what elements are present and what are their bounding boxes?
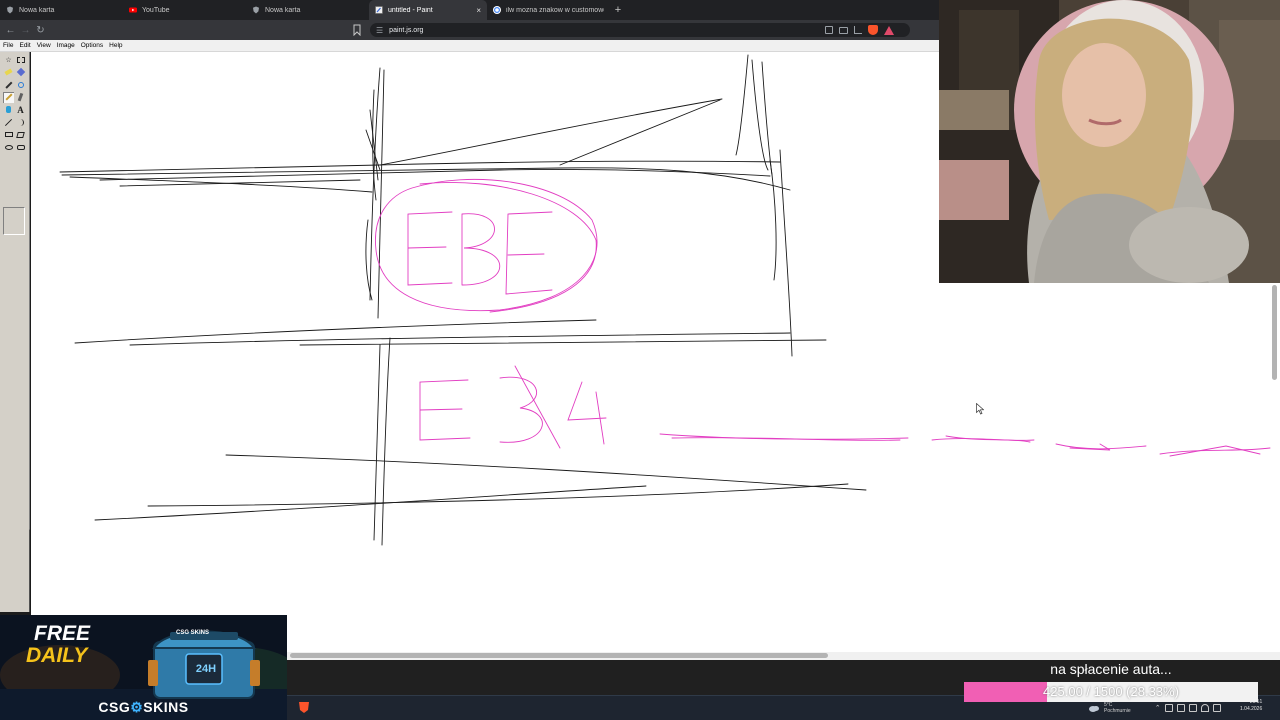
- paint-canvas-overflow[interactable]: [940, 283, 1280, 660]
- mouse-cursor-icon: [976, 403, 984, 415]
- ad-free-text: FREE: [34, 622, 91, 645]
- cloud-icon: [1089, 706, 1099, 712]
- tab-label: ilw mozna znakow w customowej n: [506, 6, 604, 14]
- ad-badge-24h: 24H: [195, 663, 217, 675]
- brave-shields-icon[interactable]: [868, 25, 878, 35]
- rect-select-icon[interactable]: [15, 54, 26, 65]
- color-picker-icon[interactable]: [3, 79, 14, 90]
- menu-help[interactable]: Help: [109, 42, 122, 49]
- weather-desc: Pochmurnie: [1104, 708, 1131, 714]
- speaker-icon[interactable]: [1212, 704, 1221, 712]
- curve-icon[interactable]: [15, 117, 26, 128]
- ellipse-icon[interactable]: [3, 142, 14, 153]
- tab-nowa-karta-2[interactable]: Nowa karta: [246, 0, 369, 20]
- ad-brand: CSG⚙SKINS: [0, 699, 287, 716]
- tab-youtube[interactable]: YouTube: [123, 0, 246, 20]
- menu-edit[interactable]: Edit: [19, 42, 30, 49]
- line-icon[interactable]: [3, 117, 14, 128]
- brush-icon[interactable]: [15, 92, 26, 103]
- clock-date: 1.04.2026: [1240, 706, 1263, 712]
- youtube-icon: [129, 6, 137, 14]
- site-settings-icon[interactable]: ☰: [376, 26, 383, 35]
- goal-progress-label: 425.00 / 1500 (28.33%): [1043, 684, 1179, 699]
- brave-rewards-icon[interactable]: [884, 25, 894, 35]
- tray-app-icon[interactable]: [1176, 704, 1185, 712]
- paint-icon: [375, 6, 383, 14]
- tab-google-search[interactable]: ilw mozna znakow w customowej n: [487, 0, 610, 20]
- tab-label: Nowa karta: [19, 6, 55, 14]
- wifi-icon[interactable]: [1200, 704, 1209, 712]
- cast-icon[interactable]: [839, 26, 848, 34]
- reload-button[interactable]: ↻: [33, 20, 48, 40]
- tray-app-icon[interactable]: [1188, 704, 1197, 712]
- share-icon[interactable]: [854, 26, 862, 34]
- paint-menubar: File Edit View Image Options Help: [0, 40, 940, 52]
- translate-icon[interactable]: [825, 26, 833, 34]
- webcam-overlay: [939, 0, 1280, 283]
- csgo-logo-icon: ⚙: [130, 699, 144, 715]
- toolbar-icons: [825, 25, 894, 35]
- forward-button[interactable]: →: [18, 20, 33, 40]
- new-tab-button[interactable]: +: [610, 4, 626, 16]
- tool-grid: ☆ A: [3, 54, 27, 154]
- google-icon: [493, 6, 501, 14]
- back-button[interactable]: ←: [3, 20, 18, 40]
- menu-image[interactable]: Image: [57, 42, 75, 49]
- tool-options-box[interactable]: [3, 207, 25, 235]
- browser-toolbar: ← → ↻ ☰ paint.js.org: [0, 20, 940, 40]
- weather-widget[interactable]: 5°C Pochmurnie: [1104, 702, 1131, 714]
- shield-icon: [252, 6, 260, 14]
- horizontal-scroll-thumb[interactable]: [290, 653, 828, 658]
- fill-bucket-icon[interactable]: [15, 67, 26, 78]
- close-tab-icon[interactable]: ×: [476, 6, 481, 15]
- tray-app-icon[interactable]: [1164, 704, 1173, 712]
- ad-brand-left: CSG: [98, 699, 131, 715]
- airbrush-icon[interactable]: [3, 104, 14, 115]
- ad-daily-text: DAILY: [26, 644, 88, 667]
- tray-chevron-icon[interactable]: ⌃: [1155, 704, 1161, 712]
- tab-strip: Nowa karta YouTube Nowa karta untitled -…: [0, 0, 940, 20]
- screen: Nowa karta YouTube Nowa karta untitled -…: [0, 0, 1280, 720]
- brave-taskbar-icon[interactable]: [298, 701, 310, 714]
- tab-paint[interactable]: untitled - Paint ×: [369, 0, 487, 20]
- menu-view[interactable]: View: [37, 42, 51, 49]
- menu-options[interactable]: Options: [81, 42, 103, 49]
- url-text: paint.js.org: [389, 26, 424, 34]
- tab-nowa-karta-1[interactable]: Nowa karta: [0, 0, 123, 20]
- magnifier-icon[interactable]: [15, 79, 26, 90]
- menu-file[interactable]: File: [3, 42, 13, 49]
- tab-label: YouTube: [142, 6, 170, 14]
- vertical-scroll-thumb[interactable]: [1272, 285, 1277, 380]
- goal-progress-bar: 425.00 / 1500 (28.33%): [964, 682, 1258, 702]
- eraser-icon[interactable]: [3, 67, 14, 78]
- ad-brand-right: SKINS: [143, 699, 189, 715]
- csgoskins-ad[interactable]: FREE DAILY CSG SKINS 24H CSG⚙SKINS: [0, 615, 287, 720]
- webcam-scene: [939, 0, 1280, 283]
- goal-title: na spłacenie auta...: [1050, 661, 1172, 677]
- shield-icon: [6, 6, 14, 14]
- tab-label: untitled - Paint: [388, 6, 433, 14]
- rounded-rect-icon[interactable]: [15, 142, 26, 153]
- pencil-icon[interactable]: [3, 91, 14, 103]
- free-select-icon[interactable]: ☆: [3, 54, 14, 65]
- rectangle-icon[interactable]: [3, 129, 14, 140]
- polygon-icon[interactable]: [15, 129, 26, 140]
- ad-chest-brand: CSG SKINS: [176, 630, 210, 636]
- text-icon[interactable]: A: [15, 104, 26, 115]
- paint-toolbox: ☆ A: [0, 52, 30, 612]
- paint-canvas[interactable]: [31, 52, 940, 660]
- tab-label: Nowa karta: [265, 6, 301, 14]
- bookmark-icon[interactable]: [352, 24, 362, 36]
